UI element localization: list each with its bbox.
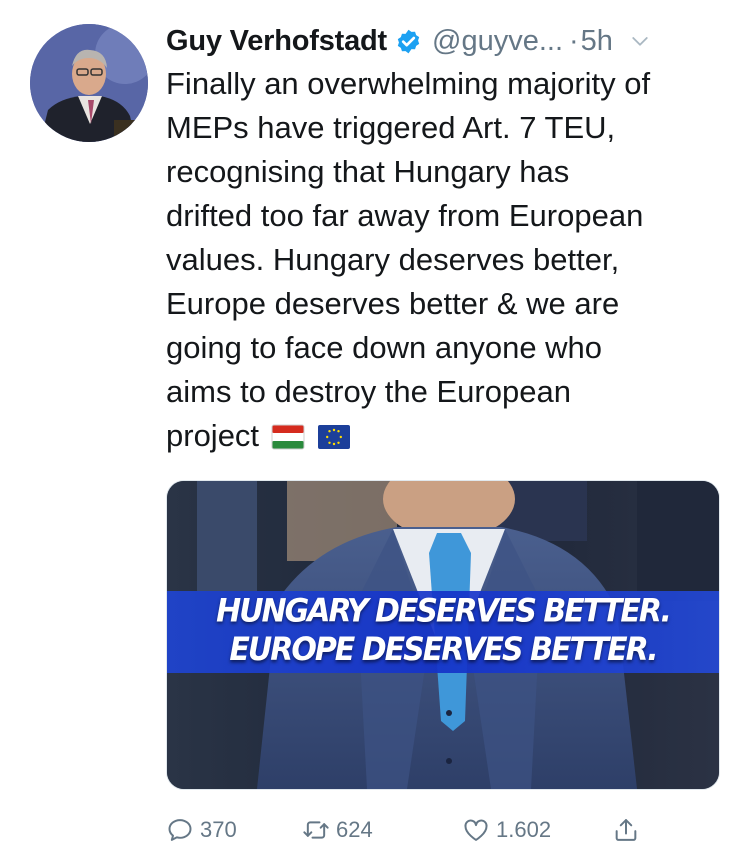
- media-caption-line-1: HUNGARY DESERVES BETTER.: [216, 592, 672, 630]
- share-button[interactable]: [612, 816, 646, 844]
- like-count: 1.602: [496, 817, 552, 842]
- tweet-media-image[interactable]: HUNGARY DESERVES BETTER. EUROPE DESERVES…: [166, 480, 720, 790]
- media-caption-line-2: EUROPE DESERVES BETTER.: [229, 631, 658, 669]
- hungary-flag-icon: [271, 424, 305, 450]
- author-handle[interactable]: @guyve...: [432, 25, 563, 58]
- separator-dot: ·: [569, 24, 579, 57]
- eu-flag-icon: [318, 425, 351, 449]
- chevron-down-icon[interactable]: [631, 32, 649, 50]
- tweet-header: Guy Verhofstadt @guyve... · 5h: [166, 20, 722, 62]
- retweet-count: 624: [336, 817, 373, 842]
- retweet-button[interactable]: 624: [302, 816, 462, 844]
- reply-button[interactable]: 370: [166, 816, 302, 844]
- media-caption: HUNGARY DESERVES BETTER. EUROPE DESERVES…: [167, 592, 719, 670]
- verified-badge-icon: [397, 29, 420, 53]
- like-button[interactable]: 1.602: [462, 816, 612, 844]
- tweet-text: Finally an overwhelming majority of MEPs…: [166, 62, 726, 458]
- author-name[interactable]: Guy Verhofstadt: [166, 25, 387, 58]
- heart-icon: [464, 819, 488, 841]
- tweet-body: Finally an overwhelming majority of MEPs…: [166, 66, 651, 453]
- retweet-icon: [303, 821, 329, 839]
- share-icon: [615, 819, 637, 841]
- tweet-actions: 370 624 1.602: [166, 808, 726, 852]
- reply-icon: [168, 819, 192, 841]
- avatar-image: [30, 24, 148, 142]
- flag-emojis: [271, 424, 351, 450]
- author-avatar[interactable]: [30, 24, 148, 142]
- reply-count: 370: [200, 817, 237, 842]
- tweet-timestamp[interactable]: 5h: [581, 25, 613, 58]
